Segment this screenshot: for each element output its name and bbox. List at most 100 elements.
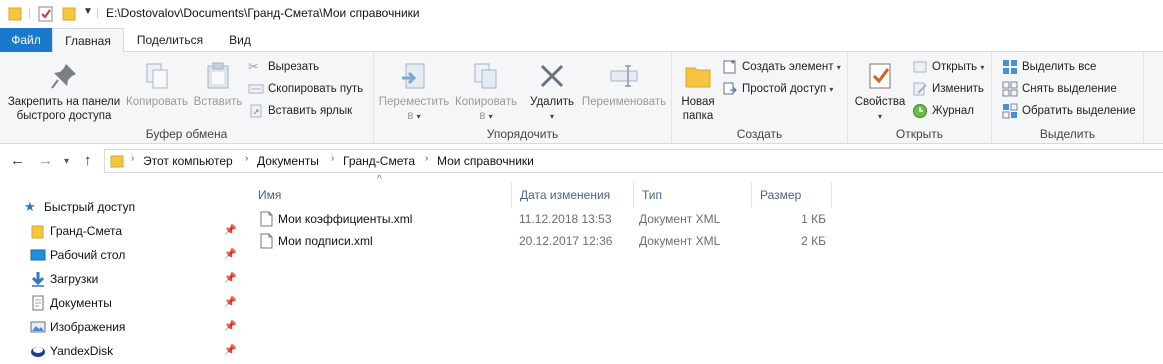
paste-button[interactable]: Вставить (190, 56, 246, 109)
ribbon: Закрепить на панели быстрого доступа Коп… (0, 52, 1163, 144)
pin-icon[interactable]: 📌 (224, 220, 236, 242)
ribbon-tabs: Файл Главная Поделиться Вид (0, 28, 1163, 53)
open-button[interactable]: Открыть ▾ (912, 57, 984, 77)
new-folder-button[interactable]: Новая папка (676, 56, 720, 123)
breadcrumb-separator-icon[interactable]: › (131, 153, 134, 164)
forward-arrow-icon[interactable]: → (38, 152, 53, 169)
star-icon: ★ (24, 199, 36, 214)
nav-item-label: YandexDisk (50, 344, 114, 358)
new-group-label: Создать (736, 127, 783, 141)
new-item-button[interactable]: Создать элемент ▾ (722, 57, 841, 77)
pin-to-quick-access-button[interactable]: Закрепить на панели быстрого доступа (4, 56, 124, 123)
quick-access-label: Быстрый доступ (44, 200, 136, 214)
column-header-name[interactable]: Имя (250, 182, 512, 208)
copy-path-button[interactable]: Скопировать путь (248, 79, 363, 99)
rename-button[interactable]: Переименовать (578, 56, 670, 109)
open-group: Свойства ▾ Открыть ▾ Изменить Журнал Отк… (848, 52, 992, 144)
up-arrow-icon[interactable]: ↑ (84, 152, 92, 169)
window-title: E:\Dostovalov\Documents\Гранд-Смета\Мои … (106, 6, 420, 20)
nav-item-yandexdisk[interactable]: YandexDisk 📌 (30, 340, 240, 362)
easy-access-button[interactable]: Простой доступ ▾ (722, 79, 833, 99)
copy-icon (146, 63, 168, 89)
table-row[interactable]: Мои подписи.xml 20.12.2017 12:36 Докумен… (256, 231, 836, 253)
properties-quick-icon[interactable] (38, 6, 54, 22)
delete-x-icon (540, 64, 564, 88)
breadcrumb-this-pc[interactable]: Этот компьютер (143, 154, 233, 168)
move-to-button[interactable]: Переместить в ▾ (378, 56, 450, 124)
copy-button[interactable]: Копировать (124, 56, 190, 109)
nav-item-label: Гранд-Смета (50, 224, 123, 238)
column-header-type[interactable]: Тип (634, 182, 752, 208)
nav-item-downloads[interactable]: Загрузки 📌 (30, 268, 240, 290)
copy-to-button[interactable]: Копировать в ▾ (450, 56, 522, 124)
breadcrumb-my-references[interactable]: Мои справочники (437, 154, 534, 168)
breadcrumb-separator-icon[interactable]: › (425, 153, 428, 164)
tab-home[interactable]: Главная (52, 28, 124, 53)
select-none-button[interactable]: Снять выделение (1002, 79, 1117, 99)
file-type: Документ XML (639, 234, 721, 248)
table-row[interactable]: Мои коэффициенты.xml 11.12.2018 13:53 До… (256, 209, 836, 231)
edit-button[interactable]: Изменить (912, 79, 984, 99)
desktop-icon (30, 249, 46, 261)
nav-item-desktop[interactable]: Рабочий стол 📌 (30, 244, 240, 266)
nav-item-label: Рабочий стол (50, 248, 126, 262)
title-separator: | (28, 5, 32, 19)
history-button[interactable]: Журнал (912, 101, 974, 121)
move-to-sub: в (407, 110, 414, 122)
paste-shortcut-label: Вставить ярлык (268, 105, 353, 117)
pin-icon (51, 64, 76, 89)
recent-locations-chevron-icon[interactable]: ▾ (64, 156, 69, 167)
tab-view[interactable]: Вид (214, 28, 266, 52)
breadcrumb-documents[interactable]: Документы (257, 154, 319, 168)
pin-icon[interactable]: 📌 (224, 244, 236, 266)
column-header-date[interactable]: Дата изменения (512, 182, 634, 208)
history-label: Журнал (932, 105, 974, 117)
select-group-label: Выделить (1039, 127, 1096, 141)
new-folder-line1: Новая (681, 96, 715, 108)
nav-item-pictures[interactable]: Изображения 📌 (30, 316, 240, 338)
new-folder-quick-icon[interactable] (62, 6, 76, 22)
title-bar: | ▼ | E:\Dostovalov\Documents\Гранд-Смет… (0, 0, 1163, 28)
select-none-label: Снять выделение (1022, 83, 1117, 95)
select-all-label: Выделить все (1022, 61, 1097, 73)
open-label: Открыть (932, 61, 978, 73)
copy-path-label: Скопировать путь (268, 83, 364, 95)
breadcrumb-separator-icon[interactable]: › (245, 153, 248, 164)
properties-button[interactable]: Свойства ▾ (850, 56, 910, 124)
pin-icon[interactable]: 📌 (224, 340, 236, 362)
invert-selection-button[interactable]: Обратить выделение (1002, 101, 1136, 121)
file-size: 2 КБ (801, 234, 826, 248)
delete-label: Удалить (530, 96, 574, 108)
tab-share[interactable]: Поделиться (126, 28, 214, 52)
delete-button[interactable]: Удалить ▾ (526, 56, 578, 124)
properties-label: Свойства (854, 96, 906, 108)
new-folder-line2: папка (682, 110, 714, 122)
paste-shortcut-button[interactable]: Вставить ярлык (248, 101, 352, 121)
folder-icon (110, 155, 124, 168)
tab-file[interactable]: Файл (0, 28, 52, 52)
pin-icon[interactable]: 📌 (224, 316, 236, 338)
column-header-size[interactable]: Размер (752, 182, 832, 208)
select-none-icon (1002, 81, 1018, 97)
breadcrumb-separator-icon[interactable]: › (331, 153, 334, 164)
clipboard-group-label: Буфер обмена (145, 127, 228, 141)
open-icon (913, 61, 927, 73)
select-group: Выделить все Снять выделение Обратить вы… (992, 52, 1144, 144)
cut-button[interactable]: ✂ Вырезать (248, 57, 319, 77)
file-size: 1 КБ (801, 212, 826, 226)
nav-item-grand-smeta[interactable]: Гранд-Смета 📌 (30, 220, 240, 242)
nav-item-documents[interactable]: Документы 📌 (30, 292, 240, 314)
breadcrumb-grand-smeta[interactable]: Гранд-Смета (343, 154, 415, 168)
address-bar[interactable]: › Этот компьютер › Документы › Гранд-Сме… (104, 149, 1163, 173)
chevron-down-icon: ▾ (980, 63, 985, 72)
chevron-down-icon: ▾ (877, 112, 882, 121)
scissors-icon: ✂ (248, 59, 259, 74)
select-all-button[interactable]: Выделить все (1002, 57, 1096, 77)
rename-icon (610, 65, 638, 87)
copy-label: Копировать (126, 96, 188, 108)
invert-selection-icon (1002, 103, 1018, 119)
customize-quick-access-chevron-icon[interactable]: ▼ (83, 6, 93, 17)
pin-icon[interactable]: 📌 (224, 292, 236, 314)
back-arrow-icon[interactable]: ← (10, 152, 25, 169)
pin-icon[interactable]: 📌 (224, 268, 236, 290)
